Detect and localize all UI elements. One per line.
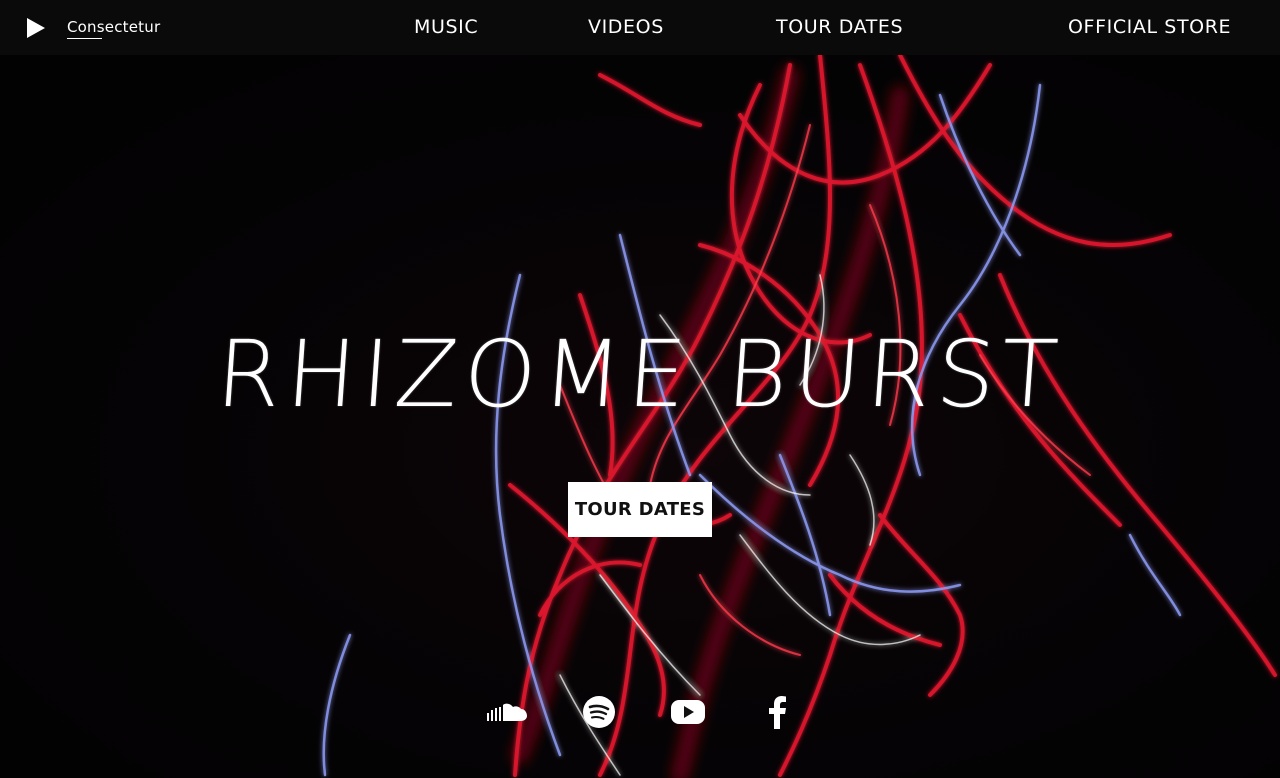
top-navigation-bar: Consectetur MUSIC VIDEOS TOUR DATES OFFI…: [0, 0, 1280, 55]
facebook-icon[interactable]: [766, 695, 788, 729]
hero-section: RHIZOME BURST TOUR DATES: [0, 55, 1280, 778]
hero-title: RHIZOME BURST: [212, 321, 1068, 428]
nav-item-music[interactable]: MUSIC: [414, 16, 478, 38]
tour-dates-button[interactable]: TOUR DATES: [568, 482, 712, 537]
youtube-icon[interactable]: [670, 695, 706, 729]
brand-link[interactable]: Consectetur: [67, 18, 160, 36]
brand-underline: [67, 38, 102, 39]
play-icon[interactable]: [27, 18, 45, 38]
spotify-icon[interactable]: [582, 695, 616, 729]
nav-item-tour-dates[interactable]: TOUR DATES: [776, 16, 903, 38]
nav-item-official-store[interactable]: OFFICIAL STORE: [1068, 16, 1231, 38]
nav-item-videos[interactable]: VIDEOS: [588, 16, 664, 38]
soundcloud-icon[interactable]: [486, 695, 528, 729]
